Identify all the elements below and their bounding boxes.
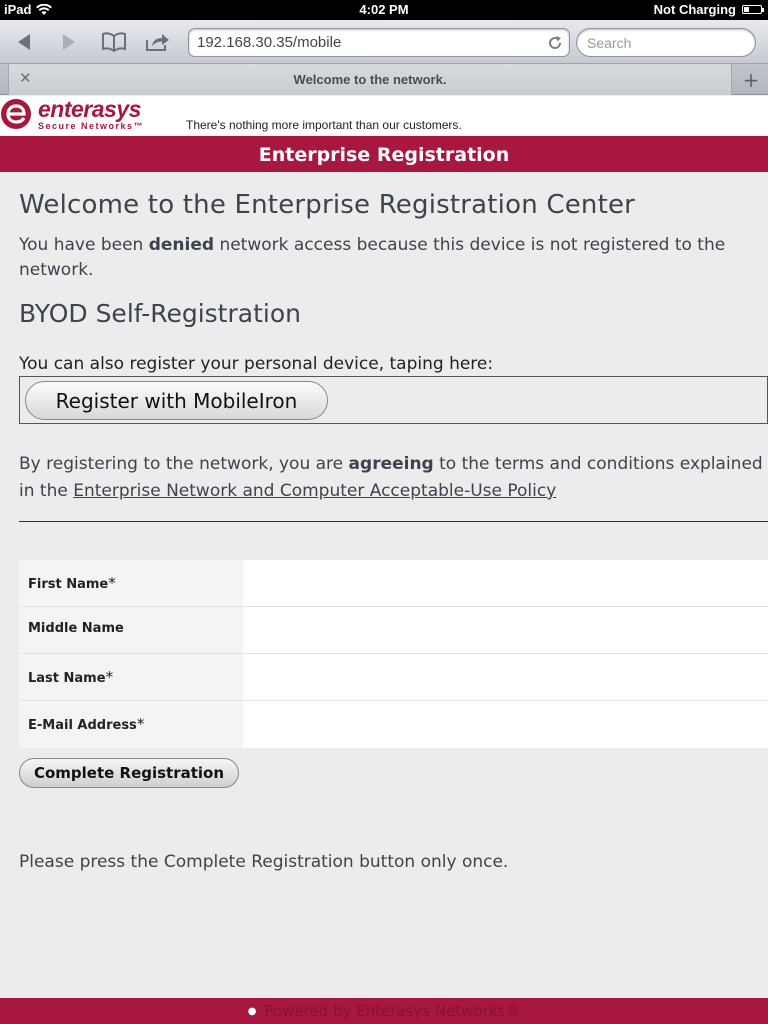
url-text: 192.168.30.35/mobile bbox=[197, 34, 342, 51]
footer-text: Powered by Enterasys Networks® bbox=[264, 1002, 521, 1020]
register-box: Register with MobileIron bbox=[19, 376, 768, 424]
denied-message: You have been denied network access beca… bbox=[19, 233, 768, 283]
required-marker: * bbox=[136, 715, 145, 733]
denied-word: denied bbox=[148, 235, 215, 255]
browser-toolbar: 192.168.30.35/mobile Search bbox=[0, 20, 768, 64]
form-row-email: E-Mail Address* bbox=[19, 701, 768, 748]
form-row-first-name: First Name* bbox=[19, 560, 768, 607]
middle-name-label-text: Middle Name bbox=[28, 621, 124, 636]
first-name-label: First Name* bbox=[19, 560, 243, 606]
first-name-field[interactable] bbox=[243, 560, 768, 606]
terms-bold: agreeing bbox=[348, 454, 434, 474]
search-input[interactable]: Search bbox=[576, 28, 756, 57]
brand-header: enterasys Secure Networks™ There's nothi… bbox=[0, 96, 768, 136]
footer-logo-icon: ● bbox=[247, 1006, 257, 1017]
page-title: Welcome to the Enterprise Registration C… bbox=[19, 190, 636, 220]
required-marker: * bbox=[108, 574, 116, 592]
share-button[interactable] bbox=[143, 28, 171, 56]
enterasys-logo-icon bbox=[1, 99, 31, 129]
share-icon bbox=[146, 34, 169, 51]
forward-arrow-icon bbox=[63, 34, 75, 50]
email-label: E-Mail Address* bbox=[19, 701, 243, 748]
denied-prefix: You have been bbox=[19, 235, 149, 255]
middle-name-field[interactable] bbox=[243, 607, 768, 653]
terms-prefix: By registering to the network, you are bbox=[19, 454, 349, 474]
required-marker: * bbox=[105, 668, 114, 686]
reload-icon[interactable] bbox=[547, 35, 563, 51]
form-row-middle-name: Middle Name bbox=[19, 607, 768, 654]
byod-heading: BYOD Self-Registration bbox=[19, 299, 301, 328]
middle-name-label: Middle Name bbox=[19, 607, 243, 653]
forward-button[interactable] bbox=[55, 28, 83, 56]
tab-title: Welcome to the network. bbox=[293, 72, 447, 87]
brand-tagline: Secure Networks™ bbox=[38, 121, 145, 131]
plus-icon: + bbox=[742, 67, 760, 92]
address-bar[interactable]: 192.168.30.35/mobile bbox=[188, 28, 570, 57]
last-name-field[interactable] bbox=[243, 654, 768, 700]
new-tab-button[interactable]: + bbox=[736, 64, 766, 95]
register-mobileiron-button[interactable]: Register with MobileIron bbox=[25, 381, 328, 420]
book-icon bbox=[102, 32, 126, 52]
brand-slogan: There's nothing more important than our … bbox=[186, 118, 462, 132]
charging-status: Not Charging bbox=[653, 2, 736, 17]
form-row-last-name: Last Name* bbox=[19, 654, 768, 701]
status-right: Not Charging bbox=[653, 2, 764, 17]
tab-bar: ✕ Welcome to the network. + bbox=[0, 64, 768, 95]
complete-registration-button[interactable]: Complete Registration bbox=[19, 758, 239, 788]
page-footer: ● Powered by Enterasys Networks® bbox=[0, 998, 768, 1024]
register-label: You can also register your personal devi… bbox=[19, 354, 494, 374]
search-placeholder: Search bbox=[587, 35, 632, 51]
last-name-label-text: Last Name bbox=[28, 671, 106, 686]
banner-title: Enterprise Registration bbox=[258, 144, 510, 166]
registration-form: First Name* Middle Name Last Name* E-Mai… bbox=[19, 560, 768, 748]
bookmarks-button[interactable] bbox=[100, 28, 128, 56]
back-arrow-icon bbox=[18, 34, 30, 50]
acceptable-use-policy-link[interactable]: Enterprise Network and Computer Acceptab… bbox=[73, 481, 556, 501]
main-content: Welcome to the Enterprise Registration C… bbox=[19, 172, 768, 872]
tab-active[interactable]: ✕ Welcome to the network. bbox=[8, 64, 732, 95]
email-field[interactable] bbox=[243, 701, 768, 748]
submit-note: Please press the Complete Registration b… bbox=[19, 852, 509, 872]
battery-icon bbox=[742, 5, 764, 14]
divider bbox=[19, 521, 768, 522]
brand-name: enterasys bbox=[38, 96, 141, 122]
page-banner: Enterprise Registration bbox=[0, 136, 768, 172]
status-bar: iPad 4:02 PM Not Charging bbox=[0, 0, 768, 20]
email-label-text: E-Mail Address bbox=[28, 718, 137, 733]
last-name-label: Last Name* bbox=[19, 654, 243, 700]
terms-text: By registering to the network, you are a… bbox=[19, 451, 768, 505]
back-button[interactable] bbox=[10, 28, 38, 56]
first-name-label-text: First Name bbox=[28, 577, 109, 592]
